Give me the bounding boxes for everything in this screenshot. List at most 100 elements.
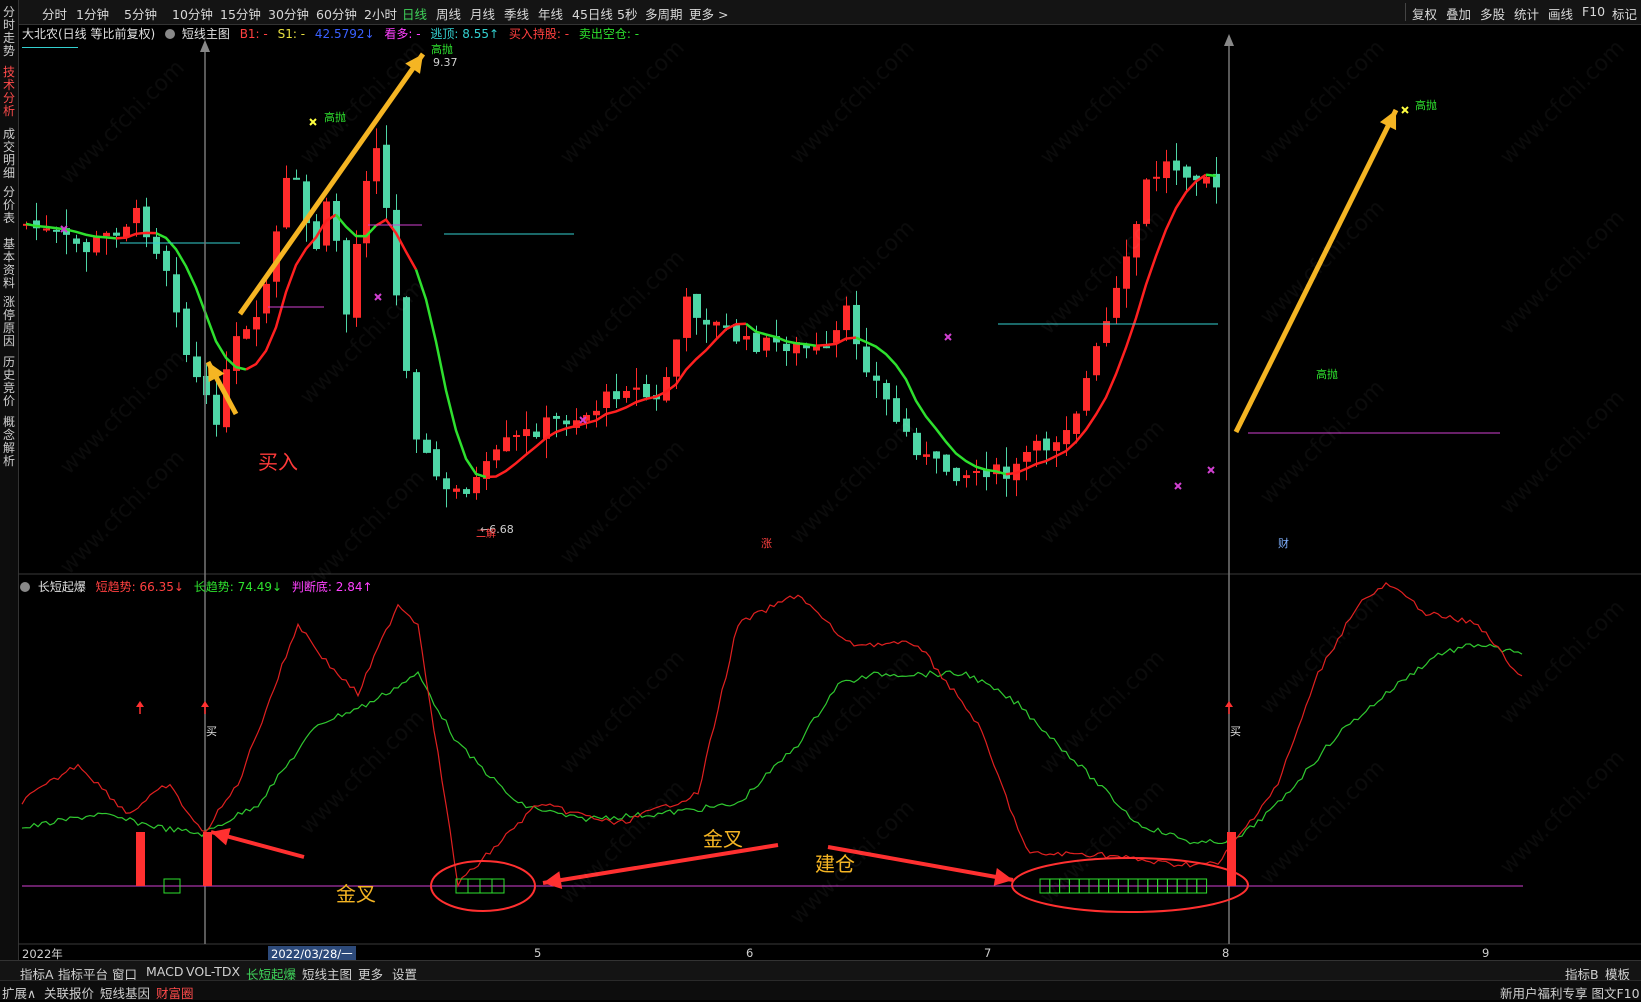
buy-signal-label: 买 (1230, 725, 1241, 738)
settings-icon[interactable] (20, 582, 30, 592)
side-tab-5[interactable]: 涨停原因 (1, 296, 17, 348)
candle-body (423, 439, 431, 453)
x-axis-month: 5 (534, 946, 542, 960)
candle-body (413, 372, 420, 440)
period-tab-15[interactable]: 多周期 (645, 4, 683, 23)
legend-line (22, 47, 78, 48)
tool-button-4[interactable]: 画线 (1548, 4, 1573, 23)
period-tab-5[interactable]: 30分钟 (268, 4, 309, 23)
low-price-note: 二解 (476, 527, 496, 540)
period-tab-8[interactable]: 日线 (402, 4, 427, 23)
candle-body (1173, 160, 1180, 171)
candle-body (713, 321, 720, 326)
side-tab-4[interactable]: 基本资料 (1, 238, 17, 290)
candle-body (193, 356, 201, 378)
candle-body (823, 346, 830, 349)
candle-body (923, 454, 930, 457)
period-tab-14[interactable]: 5秒 (617, 4, 637, 23)
period-tab-3[interactable]: 10分钟 (172, 4, 213, 23)
period-tab-7[interactable]: 2小时 (364, 4, 397, 23)
event-marker-zhang: 涨 (761, 537, 772, 550)
candle-body (843, 305, 850, 331)
indicator-tab-3[interactable]: MACD (146, 964, 183, 979)
up-arrow-marker-head (136, 701, 144, 707)
tool-button-5[interactable]: F10 (1582, 4, 1605, 19)
candle-body (1023, 451, 1031, 462)
side-tab-2[interactable]: 成交明细 (1, 128, 17, 180)
status-bar: 扩展∧ 关联报价 短线基因 财富圈 新用户福利专享 图文F10 (0, 980, 1641, 1002)
up-arrow-marker-head (201, 701, 209, 707)
side-tab-panel: 分时走势技术分析成交明细分价表基本资料涨停原因历史竞价概念解析 (0, 0, 19, 970)
candle-body (453, 488, 460, 492)
period-tab-11[interactable]: 季线 (504, 4, 529, 23)
signal-x-marker (944, 333, 952, 341)
candle-body (213, 394, 220, 425)
period-tab-6[interactable]: 60分钟 (316, 4, 357, 23)
candle-body (943, 454, 950, 472)
period-tab-12[interactable]: 年线 (538, 4, 563, 23)
high-price-label: 9.37 (433, 56, 458, 69)
period-tab-1[interactable]: 1分钟 (76, 4, 109, 23)
golden-cross-arrow-head (211, 827, 231, 846)
rally-arrow (1233, 108, 1399, 434)
trend-line (1205, 173, 1217, 178)
candle-body (463, 489, 470, 494)
build-arrow-right-head (993, 867, 1013, 886)
status-tab-3[interactable]: 财富圈 (156, 983, 194, 1002)
period-tab-4[interactable]: 15分钟 (220, 4, 261, 23)
side-tab-3[interactable]: 分价表 (1, 186, 17, 225)
chart-area[interactable]: 高抛高抛高抛高抛9.37←6.68二解涨 财买买 (18, 24, 1641, 960)
candle-body (743, 336, 750, 340)
settings-icon[interactable] (165, 29, 176, 39)
main-indicator-name[interactable]: 短线主图 (182, 27, 230, 41)
stock-name: 大北农(日线 等比前复权) (22, 27, 156, 41)
status-tab-0[interactable]: 扩展∧ (2, 983, 36, 1002)
period-tab-10[interactable]: 月线 (470, 4, 495, 23)
candle-body (813, 346, 820, 351)
signal-bar (136, 832, 145, 886)
candle-body (393, 209, 400, 296)
candle-body (533, 431, 540, 438)
side-tab-0[interactable]: 分时走势 (1, 6, 17, 58)
promo-link[interactable]: 新用户福利专享 图文F10 (1500, 983, 1640, 1002)
period-tab-9[interactable]: 周线 (436, 4, 461, 23)
signal-arrowhead (1224, 34, 1234, 46)
long-trend-line (21, 643, 1523, 845)
candle-body (683, 296, 691, 338)
period-tab-13[interactable]: 45日线 (572, 4, 613, 23)
tool-button-6[interactable]: 标记 (1612, 4, 1637, 23)
gaopao-label: 高抛 (1316, 367, 1338, 381)
candle-body (1073, 413, 1080, 434)
candle-body (673, 339, 680, 377)
candle-body (163, 250, 170, 271)
signal-x-marker (1401, 106, 1409, 114)
candle-body (353, 243, 361, 318)
candle-body (1053, 442, 1060, 451)
main-info-bar: 大北农(日线 等比前复权) 短线主图 B1: - S1: - 42.5792↓ … (22, 25, 639, 42)
side-tab-1[interactable]: 技术分析 (1, 66, 17, 118)
highlight-ellipse (1011, 857, 1249, 913)
period-tab-16[interactable]: 更多 > (689, 4, 728, 23)
candle-body (1163, 161, 1170, 179)
tool-button-3[interactable]: 统计 (1514, 4, 1539, 23)
tool-button-1[interactable]: 叠加 (1446, 4, 1471, 23)
period-tab-2[interactable]: 5分钟 (124, 4, 157, 23)
status-tab-1[interactable]: 关联报价 (44, 983, 94, 1002)
tool-button-2[interactable]: 多股 (1480, 4, 1505, 23)
tool-button-0[interactable]: 复权 (1412, 4, 1437, 23)
sub-indicator-name[interactable]: 长短起爆 (38, 580, 86, 594)
candle-body (503, 437, 510, 452)
candle-body (1153, 176, 1160, 179)
candle-body (133, 207, 140, 224)
s1-value: S1: - (277, 27, 306, 41)
signal-x-marker (1207, 466, 1215, 474)
candle-body (633, 387, 640, 390)
period-tab-0[interactable]: 分时 (42, 4, 67, 23)
side-tab-7[interactable]: 概念解析 (1, 416, 17, 468)
status-tab-2[interactable]: 短线基因 (100, 983, 150, 1002)
buy-signal-label: 买 (206, 725, 217, 738)
indicator-tab-4[interactable]: VOL-TDX (186, 964, 240, 979)
candle-body (873, 375, 880, 381)
side-tab-6[interactable]: 历史竞价 (1, 356, 17, 408)
candle-body (693, 293, 701, 318)
